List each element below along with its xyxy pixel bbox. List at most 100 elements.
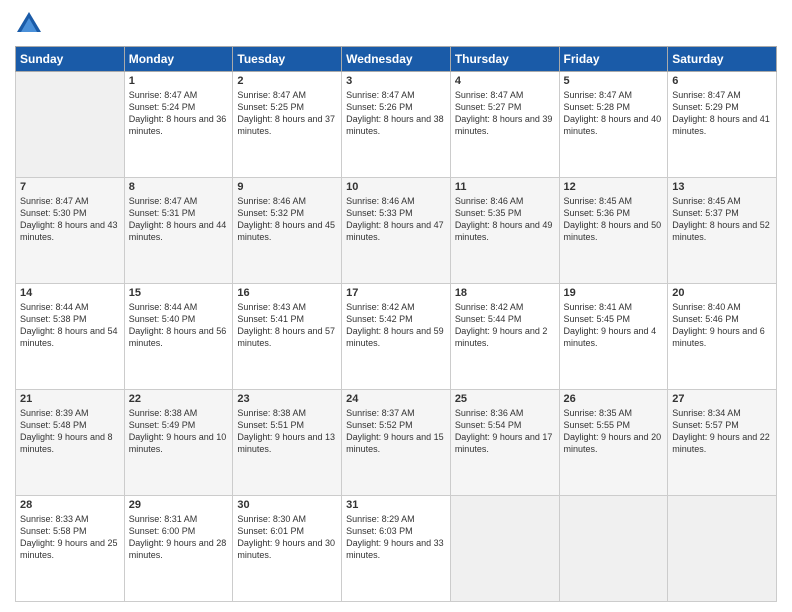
cell-info: Sunrise: 8:46 AMSunset: 5:35 PMDaylight:… <box>455 195 555 244</box>
calendar-cell: 8 Sunrise: 8:47 AMSunset: 5:31 PMDaylight… <box>124 178 233 284</box>
calendar-cell: 27Sunrise: 8:34 AMSunset: 5:57 PMDayligh… <box>668 390 777 496</box>
day-number: 8 <box>129 181 229 193</box>
cell-info: Sunrise: 8:29 AMSunset: 6:03 PMDaylight:… <box>346 513 446 562</box>
calendar-cell: 31 Sunrise: 8:29 AMSunset: 6:03 PMDayligh… <box>342 496 451 602</box>
calendar-cell: 28 Sunrise: 8:33 AMSunset: 5:58 PMDayligh… <box>16 496 125 602</box>
day-number: 2 <box>237 75 337 87</box>
cell-info: Sunrise: 8:42 AMSunset: 5:42 PMDaylight:… <box>346 301 446 350</box>
cell-info: Sunrise: 8:43 AMSunset: 5:41 PMDaylight:… <box>237 301 337 350</box>
calendar-cell: 12 Sunrise: 8:45 AMSunset: 5:36 PMDayligh… <box>559 178 668 284</box>
cell-info: Sunrise: 8:35 AMSunset: 5:55 PMDaylight:… <box>564 407 664 456</box>
calendar-cell: 30Sunrise: 8:30 AMSunset: 6:01 PMDayligh… <box>233 496 342 602</box>
col-header-saturday: Saturday <box>668 47 777 72</box>
cell-info: Sunrise: 8:46 AMSunset: 5:32 PMDaylight:… <box>237 195 337 244</box>
day-number: 15 <box>129 287 229 299</box>
day-number: 5 <box>564 75 664 87</box>
day-number: 24 <box>346 393 446 405</box>
col-header-thursday: Thursday <box>450 47 559 72</box>
calendar-cell: 6 Sunrise: 8:47 AMSunset: 5:29 PMDaylight… <box>668 72 777 178</box>
calendar-cell: 9 Sunrise: 8:46 AMSunset: 5:32 PMDaylight… <box>233 178 342 284</box>
cell-info: Sunrise: 8:47 AMSunset: 5:27 PMDaylight:… <box>455 89 555 138</box>
calendar-cell: 4 Sunrise: 8:47 AMSunset: 5:27 PMDaylight… <box>450 72 559 178</box>
cell-info: Sunrise: 8:47 AMSunset: 5:31 PMDaylight:… <box>129 195 229 244</box>
calendar-cell: 24 Sunrise: 8:37 AMSunset: 5:52 PMDayligh… <box>342 390 451 496</box>
day-number: 25 <box>455 393 555 405</box>
cell-info: Sunrise: 8:40 AMSunset: 5:46 PMDaylight:… <box>672 301 772 350</box>
cell-info: Sunrise: 8:45 AMSunset: 5:37 PMDaylight:… <box>672 195 772 244</box>
day-number: 26 <box>564 393 664 405</box>
week-row: 28 Sunrise: 8:33 AMSunset: 5:58 PMDayligh… <box>16 496 777 602</box>
day-number: 16 <box>237 287 337 299</box>
day-number: 19 <box>564 287 664 299</box>
calendar-cell: 13 Sunrise: 8:45 AMSunset: 5:37 PMDayligh… <box>668 178 777 284</box>
cell-info: Sunrise: 8:42 AMSunset: 5:44 PMDaylight:… <box>455 301 555 350</box>
day-number: 3 <box>346 75 446 87</box>
calendar-cell: 25 Sunrise: 8:36 AMSunset: 5:54 PMDayligh… <box>450 390 559 496</box>
calendar-cell: 10Sunrise: 8:46 AMSunset: 5:33 PMDayligh… <box>342 178 451 284</box>
cell-info: Sunrise: 8:44 AMSunset: 5:40 PMDaylight:… <box>129 301 229 350</box>
calendar-cell: 18 Sunrise: 8:42 AMSunset: 5:44 PMDayligh… <box>450 284 559 390</box>
day-number: 9 <box>237 181 337 193</box>
day-number: 17 <box>346 287 446 299</box>
cell-info: Sunrise: 8:39 AMSunset: 5:48 PMDaylight:… <box>20 407 120 456</box>
day-number: 4 <box>455 75 555 87</box>
cell-info: Sunrise: 8:36 AMSunset: 5:54 PMDaylight:… <box>455 407 555 456</box>
calendar-cell: 22 Sunrise: 8:38 AMSunset: 5:49 PMDayligh… <box>124 390 233 496</box>
cell-info: Sunrise: 8:47 AMSunset: 5:24 PMDaylight:… <box>129 89 229 138</box>
cell-info: Sunrise: 8:41 AMSunset: 5:45 PMDaylight:… <box>564 301 664 350</box>
day-number: 7 <box>20 181 120 193</box>
calendar-cell: 23Sunrise: 8:38 AMSunset: 5:51 PMDayligh… <box>233 390 342 496</box>
calendar-cell: 19 Sunrise: 8:41 AMSunset: 5:45 PMDayligh… <box>559 284 668 390</box>
calendar-cell: 26 Sunrise: 8:35 AMSunset: 5:55 PMDayligh… <box>559 390 668 496</box>
day-number: 30 <box>237 499 337 511</box>
cell-info: Sunrise: 8:31 AMSunset: 6:00 PMDaylight:… <box>129 513 229 562</box>
logo-icon <box>15 10 43 38</box>
day-number: 12 <box>564 181 664 193</box>
col-header-friday: Friday <box>559 47 668 72</box>
cell-info: Sunrise: 8:47 AMSunset: 5:25 PMDaylight:… <box>237 89 337 138</box>
calendar-cell: 21 Sunrise: 8:39 AMSunset: 5:48 PMDayligh… <box>16 390 125 496</box>
cell-info: Sunrise: 8:47 AMSunset: 5:26 PMDaylight:… <box>346 89 446 138</box>
day-number: 6 <box>672 75 772 87</box>
cell-info: Sunrise: 8:38 AMSunset: 5:49 PMDaylight:… <box>129 407 229 456</box>
day-number: 18 <box>455 287 555 299</box>
calendar-cell <box>16 72 125 178</box>
calendar-cell: 3 Sunrise: 8:47 AMSunset: 5:26 PMDaylight… <box>342 72 451 178</box>
week-row: 1Sunrise: 8:47 AMSunset: 5:24 PMDaylight… <box>16 72 777 178</box>
calendar-cell <box>668 496 777 602</box>
day-number: 20 <box>672 287 772 299</box>
calendar-cell: 14 Sunrise: 8:44 AMSunset: 5:38 PMDayligh… <box>16 284 125 390</box>
logo <box>15 10 47 38</box>
calendar-page: SundayMondayTuesdayWednesdayThursdayFrid… <box>0 0 792 612</box>
calendar-cell: 16 Sunrise: 8:43 AMSunset: 5:41 PMDayligh… <box>233 284 342 390</box>
day-number: 27 <box>672 393 772 405</box>
calendar-cell: 29Sunrise: 8:31 AMSunset: 6:00 PMDayligh… <box>124 496 233 602</box>
cell-info: Sunrise: 8:33 AMSunset: 5:58 PMDaylight:… <box>20 513 120 562</box>
day-number: 21 <box>20 393 120 405</box>
calendar-cell <box>559 496 668 602</box>
day-number: 10 <box>346 181 446 193</box>
header-row: SundayMondayTuesdayWednesdayThursdayFrid… <box>16 47 777 72</box>
calendar-cell <box>450 496 559 602</box>
day-number: 28 <box>20 499 120 511</box>
day-number: 14 <box>20 287 120 299</box>
day-number: 22 <box>129 393 229 405</box>
header <box>15 10 777 38</box>
calendar-cell: 17 Sunrise: 8:42 AMSunset: 5:42 PMDayligh… <box>342 284 451 390</box>
day-number: 11 <box>455 181 555 193</box>
calendar-cell: 2 Sunrise: 8:47 AMSunset: 5:25 PMDaylight… <box>233 72 342 178</box>
cell-info: Sunrise: 8:37 AMSunset: 5:52 PMDaylight:… <box>346 407 446 456</box>
col-header-sunday: Sunday <box>16 47 125 72</box>
calendar-cell: 20 Sunrise: 8:40 AMSunset: 5:46 PMDayligh… <box>668 284 777 390</box>
cell-info: Sunrise: 8:44 AMSunset: 5:38 PMDaylight:… <box>20 301 120 350</box>
col-header-monday: Monday <box>124 47 233 72</box>
calendar-cell: 5Sunrise: 8:47 AMSunset: 5:28 PMDaylight… <box>559 72 668 178</box>
col-header-wednesday: Wednesday <box>342 47 451 72</box>
week-row: 7Sunrise: 8:47 AMSunset: 5:30 PMDaylight… <box>16 178 777 284</box>
day-number: 23 <box>237 393 337 405</box>
day-number: 13 <box>672 181 772 193</box>
col-header-tuesday: Tuesday <box>233 47 342 72</box>
day-number: 31 <box>346 499 446 511</box>
cell-info: Sunrise: 8:45 AMSunset: 5:36 PMDaylight:… <box>564 195 664 244</box>
cell-info: Sunrise: 8:47 AMSunset: 5:29 PMDaylight:… <box>672 89 772 138</box>
